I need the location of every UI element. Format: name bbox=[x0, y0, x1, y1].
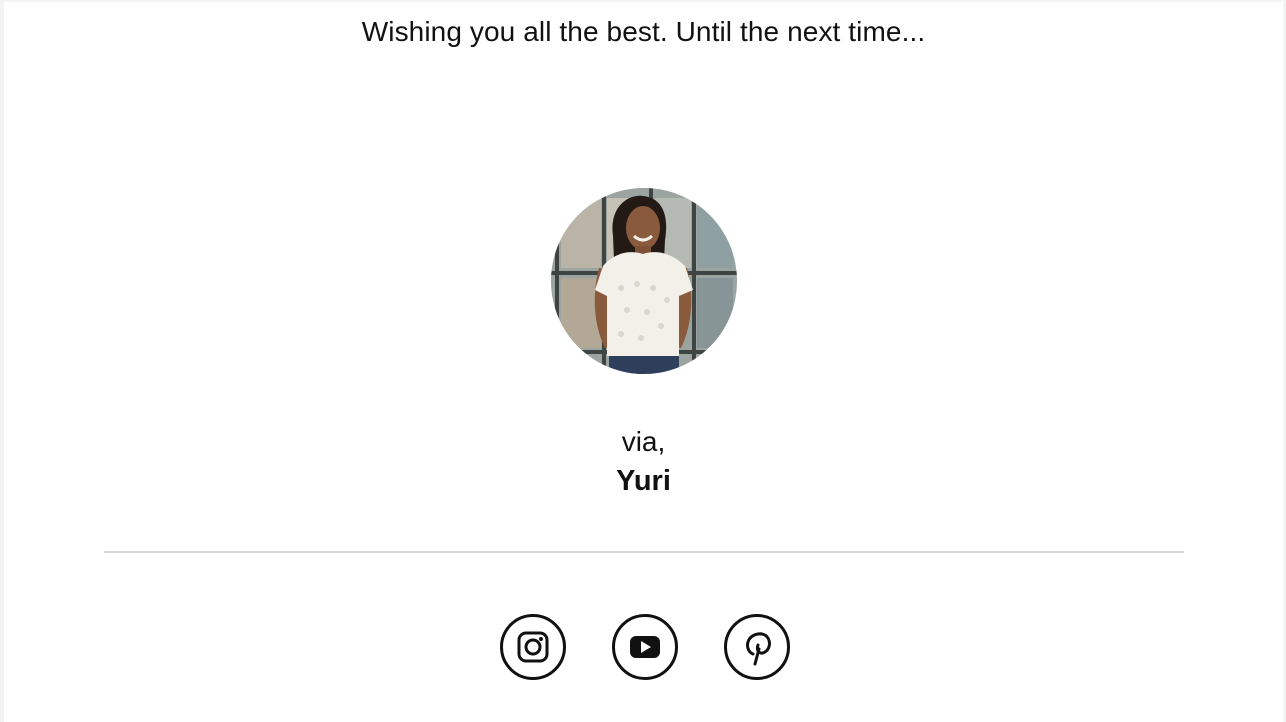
closing-message: Wishing you all the best. Until the next… bbox=[361, 16, 926, 47]
instagram-link[interactable]: Instagram bbox=[500, 614, 566, 680]
pinterest-link[interactable]: Pinterest bbox=[724, 614, 790, 680]
author-photo bbox=[551, 188, 737, 374]
social-links: Instagram YouTube Pinterest bbox=[500, 614, 790, 680]
author-avatar bbox=[551, 188, 737, 374]
signature-name: Yuri bbox=[616, 465, 671, 497]
email-footer-card: Wishing you all the best. Until the next… bbox=[4, 2, 1283, 722]
instagram-icon bbox=[517, 631, 549, 663]
pinterest-icon bbox=[746, 632, 771, 666]
footer-divider bbox=[104, 551, 1184, 553]
signoff-text: via, bbox=[621, 426, 666, 457]
youtube-icon bbox=[630, 636, 660, 658]
youtube-link[interactable]: YouTube bbox=[612, 614, 678, 680]
